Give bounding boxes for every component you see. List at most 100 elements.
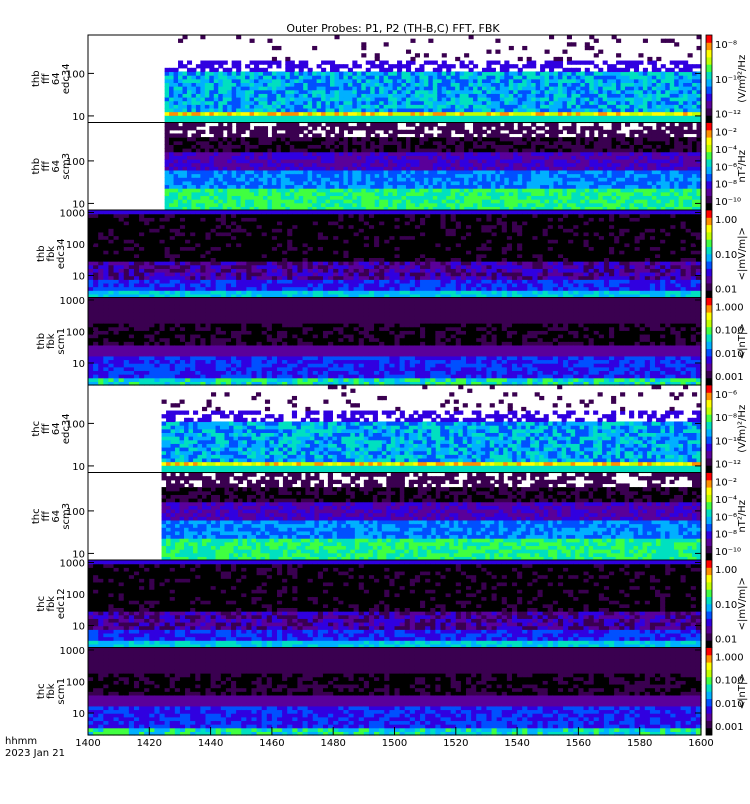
heatmap-cell bbox=[165, 181, 170, 185]
heatmap-cell bbox=[576, 203, 581, 207]
heatmap-cell bbox=[223, 97, 228, 101]
heatmap-cell bbox=[397, 86, 402, 90]
heatmap-cell bbox=[464, 195, 469, 199]
heatmap-cell bbox=[169, 163, 174, 167]
heatmap-cell bbox=[509, 144, 514, 148]
heatmap-cell bbox=[223, 108, 228, 112]
heatmap-cell bbox=[108, 257, 114, 261]
heatmap-cell bbox=[621, 166, 626, 170]
heatmap-cell bbox=[303, 155, 308, 159]
heatmap-cell bbox=[348, 126, 353, 130]
heatmap-cell bbox=[549, 101, 554, 105]
heatmap-cell bbox=[397, 184, 402, 188]
heatmap-cell bbox=[419, 137, 424, 141]
heatmap-cell bbox=[250, 71, 255, 75]
heatmap-cell bbox=[612, 115, 617, 119]
heatmap-cell bbox=[263, 97, 268, 101]
heatmap-cell bbox=[406, 177, 411, 181]
heatmap-cell bbox=[580, 199, 585, 203]
heatmap-cell bbox=[250, 184, 255, 188]
heatmap-cell bbox=[545, 75, 550, 79]
heatmap-cell bbox=[469, 166, 474, 170]
heatmap-cell bbox=[375, 203, 380, 207]
heatmap-cell bbox=[178, 181, 183, 185]
heatmap-cell bbox=[491, 75, 496, 79]
heatmap-cell bbox=[656, 93, 661, 97]
heatmap-cell bbox=[486, 86, 491, 90]
heatmap-cell bbox=[183, 148, 188, 152]
heatmap-cell bbox=[554, 141, 559, 145]
heatmap-cell bbox=[567, 90, 572, 94]
heatmap-cell bbox=[571, 112, 576, 116]
heatmap-cell bbox=[375, 53, 380, 57]
heatmap-cell bbox=[397, 104, 402, 108]
heatmap-cell bbox=[114, 217, 120, 221]
heatmap-cell bbox=[183, 101, 188, 105]
heatmap-cell bbox=[258, 177, 263, 181]
heatmap-cell bbox=[326, 152, 331, 156]
heatmap-cell bbox=[527, 71, 532, 75]
heatmap-cell bbox=[384, 148, 389, 152]
heatmap-cell bbox=[674, 155, 679, 159]
heatmap-cell bbox=[281, 137, 286, 141]
heatmap-cell bbox=[571, 181, 576, 185]
heatmap-cell bbox=[536, 112, 541, 116]
heatmap-cell bbox=[692, 64, 697, 68]
heatmap-cell bbox=[281, 174, 286, 178]
heatmap-cell bbox=[103, 221, 109, 225]
heatmap-cell bbox=[589, 152, 594, 156]
heatmap-cell bbox=[683, 93, 688, 97]
heatmap-cell bbox=[165, 184, 170, 188]
heatmap-cell bbox=[361, 148, 366, 152]
heatmap-cell bbox=[545, 199, 550, 203]
heatmap-cell bbox=[486, 203, 491, 207]
heatmap-cell bbox=[661, 184, 666, 188]
heatmap-cell bbox=[634, 71, 639, 75]
heatmap-cell bbox=[178, 177, 183, 181]
heatmap-cell bbox=[567, 104, 572, 108]
heatmap-cell bbox=[500, 97, 505, 101]
heatmap-cell bbox=[464, 75, 469, 79]
heatmap-cell bbox=[281, 86, 286, 90]
heatmap-cell bbox=[343, 75, 348, 79]
heatmap-cell bbox=[402, 93, 407, 97]
heatmap-cell bbox=[554, 133, 559, 137]
heatmap-cell bbox=[361, 101, 366, 105]
heatmap-cell bbox=[446, 126, 451, 130]
heatmap-cell bbox=[531, 163, 536, 167]
heatmap-cell bbox=[536, 195, 541, 199]
heatmap-cell bbox=[585, 203, 590, 207]
heatmap-cell bbox=[509, 174, 514, 178]
heatmap-cell bbox=[294, 159, 299, 163]
heatmap-cell bbox=[348, 141, 353, 145]
heatmap-cell bbox=[227, 141, 232, 145]
heatmap-cell bbox=[209, 71, 214, 75]
heatmap-cell bbox=[638, 144, 643, 148]
heatmap-cell bbox=[460, 203, 465, 207]
heatmap-cell bbox=[419, 97, 424, 101]
heatmap-cell bbox=[285, 177, 290, 181]
heatmap-cell bbox=[393, 86, 398, 90]
heatmap-cell bbox=[352, 174, 357, 178]
heatmap-cell bbox=[103, 239, 109, 243]
heatmap-cell bbox=[621, 144, 626, 148]
heatmap-cell bbox=[554, 177, 559, 181]
heatmap-cell bbox=[603, 177, 608, 181]
heatmap-cell bbox=[263, 68, 268, 72]
heatmap-cell bbox=[652, 97, 657, 101]
heatmap-cell bbox=[607, 108, 612, 112]
heatmap-cell bbox=[504, 79, 509, 83]
heatmap-cell bbox=[634, 112, 639, 116]
heatmap-cell bbox=[616, 61, 621, 65]
heatmap-cell bbox=[469, 97, 474, 101]
heatmap-cell bbox=[281, 144, 286, 148]
heatmap-cell bbox=[232, 75, 237, 79]
heatmap-cell bbox=[558, 137, 563, 141]
heatmap-cell bbox=[397, 90, 402, 94]
heatmap-cell bbox=[451, 170, 456, 174]
heatmap-cell bbox=[384, 144, 389, 148]
heatmap-cell bbox=[303, 86, 308, 90]
heatmap-cell bbox=[688, 53, 693, 57]
heatmap-cell bbox=[250, 133, 255, 137]
heatmap-cell bbox=[634, 141, 639, 145]
